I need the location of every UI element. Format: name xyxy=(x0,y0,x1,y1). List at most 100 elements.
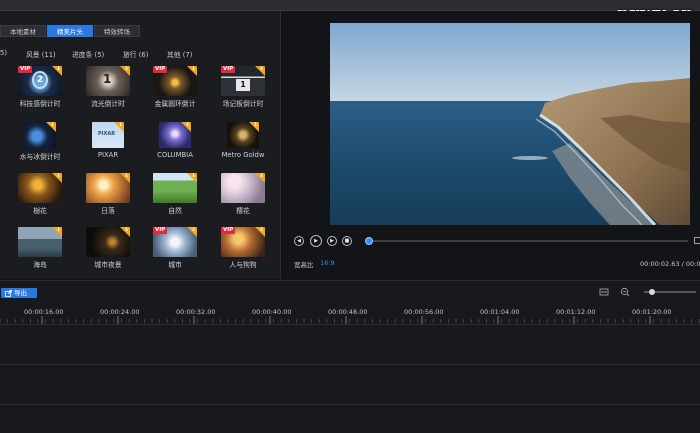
vip-badge: VIP xyxy=(153,66,168,73)
item-label: COLUMBIA xyxy=(157,151,193,159)
thumbnail: ↓ xyxy=(18,227,62,257)
thumbnail: ↓ xyxy=(18,173,62,203)
vip-badge: VIP xyxy=(18,66,33,73)
item-label: 城市 xyxy=(168,261,182,269)
thumbnail: VIP ↓ xyxy=(221,227,265,257)
download-icon[interactable]: ↓ xyxy=(181,122,191,132)
fit-timeline-icon[interactable] xyxy=(599,287,609,297)
download-icon[interactable]: ↓ xyxy=(187,227,197,237)
media-tabs: 本地素材 精美片头 特效转场 xyxy=(0,25,141,37)
ruler-tick-label: 00:00:24.00 xyxy=(100,308,140,316)
thumbnail: ↓ xyxy=(24,122,56,148)
zoom-slider[interactable] xyxy=(644,289,696,295)
timeline-panel: 导出 00:00:16.00 00:00:24.00 00:00:32.00 00:0… xyxy=(0,280,700,433)
preview-panel: ◀ ▶ ▶ ■ 宽高比 16:9 00:00:02.63 / 00:0 xyxy=(282,11,700,279)
download-icon[interactable]: ↓ xyxy=(255,66,265,76)
download-icon[interactable]: ↓ xyxy=(187,66,197,76)
download-icon[interactable]: ↓ xyxy=(114,122,124,132)
download-icon[interactable]: ↓ xyxy=(255,173,265,183)
category-scenery[interactable]: 风景 (11) xyxy=(26,49,56,59)
ruler-tick-label: 00:01:20.00 xyxy=(632,308,672,316)
time-ruler[interactable]: 00:00:16.00 00:00:24.00 00:00:32.00 00:00:4… xyxy=(0,303,700,325)
media-panel: 本地素材 精美片头 特效转场 5) 风景 (11) 进度条 (5) 旅行 (6)… xyxy=(0,11,281,279)
video-preview[interactable] xyxy=(330,23,690,225)
download-icon[interactable]: ↓ xyxy=(255,227,265,237)
download-icon[interactable]: ↓ xyxy=(120,227,130,237)
item-label: 海岛 xyxy=(33,261,47,269)
intro-item[interactable]: ↓ Metro Goldw xyxy=(211,119,271,167)
playback-progress[interactable] xyxy=(365,237,688,245)
vip-badge: VIP xyxy=(221,227,236,234)
download-icon[interactable]: ↓ xyxy=(52,227,62,237)
title-bar xyxy=(0,0,700,11)
download-icon[interactable]: ↓ xyxy=(120,173,130,183)
item-label: 日落 xyxy=(101,207,115,215)
intro-item[interactable]: ↓ 日落 xyxy=(76,173,136,221)
ruler-tick-label: 00:00:48.00 xyxy=(328,308,368,316)
zoom-out-icon[interactable] xyxy=(620,287,630,297)
video-track[interactable] xyxy=(0,325,700,365)
category-all[interactable]: 5) xyxy=(0,49,7,57)
tab-local-media[interactable]: 本地素材 xyxy=(0,25,46,37)
intro-item[interactable]: ↓ 海岛 xyxy=(8,227,68,275)
category-travel[interactable]: 旅行 (6) xyxy=(123,49,148,59)
item-label: PIXAR xyxy=(97,151,119,159)
download-icon[interactable]: ↓ xyxy=(120,66,130,76)
download-icon[interactable]: ↓ xyxy=(249,122,259,132)
intro-item[interactable]: ↓ 樹花 xyxy=(8,173,68,221)
thumbnail: 1 VIP ↓ xyxy=(221,66,265,96)
next-frame-button[interactable]: ▶ xyxy=(327,236,337,246)
stop-button[interactable]: ■ xyxy=(342,236,352,246)
zoom-knob[interactable] xyxy=(649,289,656,295)
category-other[interactable]: 其他 (7) xyxy=(167,49,192,59)
vip-badge: VIP xyxy=(153,227,168,234)
intro-item[interactable]: ↓ COLUMBIA xyxy=(143,119,203,167)
thumbnail: ↓ xyxy=(153,173,197,203)
thumbnail: ↓ xyxy=(86,227,130,257)
ruler-tick-label: 00:00:40.00 xyxy=(252,308,292,316)
ruler-tick-label: 00:00:56.00 xyxy=(404,308,444,316)
thumbnail: PIXAR ↓ xyxy=(92,122,124,148)
ruler-tick-label: 00:00:32.00 xyxy=(176,308,216,316)
play-button[interactable]: ▶ xyxy=(310,235,322,247)
intro-item[interactable]: 2 VIP ↓ 科技感倒计时 xyxy=(8,66,68,114)
video-frame xyxy=(330,23,690,225)
item-label: 樹花 xyxy=(33,207,47,215)
intro-item[interactable]: VIP ↓ 金属圆环倒计 xyxy=(143,66,203,114)
intro-item[interactable]: VIP ↓ 人与狗狗 xyxy=(211,227,271,275)
prev-frame-button[interactable]: ◀ xyxy=(294,236,304,246)
thumbnail: ↓ xyxy=(86,173,130,203)
aspect-ratio-value[interactable]: 16:9 xyxy=(320,259,335,267)
export-button[interactable]: 导出 xyxy=(1,288,37,298)
intro-item[interactable]: VIP ↓ 城市 xyxy=(143,227,203,275)
audio-track[interactable] xyxy=(0,365,700,405)
intro-item[interactable]: PIXAR ↓ PIXAR xyxy=(76,119,136,167)
fullscreen-icon[interactable] xyxy=(694,237,700,244)
item-label: 科技感倒计时 xyxy=(19,100,61,108)
item-label: 人与狗狗 xyxy=(229,261,257,269)
thumbnail: ↓ xyxy=(159,122,191,148)
thumbnail: 1 ↓ xyxy=(86,66,130,96)
tab-transitions[interactable]: 特效转场 xyxy=(94,25,140,37)
thumbnail: VIP ↓ xyxy=(153,66,197,96)
export-icon xyxy=(5,289,12,297)
intro-item[interactable]: ↓ 自然 xyxy=(143,173,203,221)
tab-intros[interactable]: 精美片头 xyxy=(47,25,93,37)
download-icon[interactable]: ↓ xyxy=(187,173,197,183)
progress-knob[interactable] xyxy=(365,237,373,245)
download-icon[interactable]: ↓ xyxy=(52,66,62,76)
intro-item[interactable]: ↓ 水与冰倒计时 xyxy=(8,119,68,167)
intro-item[interactable]: 1 ↓ 流光倒计时 xyxy=(76,66,136,114)
extra-track[interactable] xyxy=(0,405,700,433)
ruler-tick-label: 00:01:04.00 xyxy=(480,308,520,316)
intro-item[interactable]: 1 VIP ↓ 场记板倒计时 xyxy=(211,66,271,114)
item-label: 水与冰倒计时 xyxy=(19,153,61,161)
intro-item[interactable]: ↓ 城市夜景 xyxy=(76,227,136,275)
intro-item[interactable]: ↓ 樱花 xyxy=(211,173,271,221)
ruler-tick-label: 00:00:16.00 xyxy=(24,308,64,316)
category-progress[interactable]: 进度条 (5) xyxy=(72,49,104,59)
download-icon[interactable]: ↓ xyxy=(52,173,62,183)
download-icon[interactable]: ↓ xyxy=(46,122,56,132)
category-bar: 5) 风景 (11) 进度条 (5) 旅行 (6) 其他 (7) xyxy=(0,49,281,59)
ruler-tick-label: 00:01:12.00 xyxy=(556,308,596,316)
